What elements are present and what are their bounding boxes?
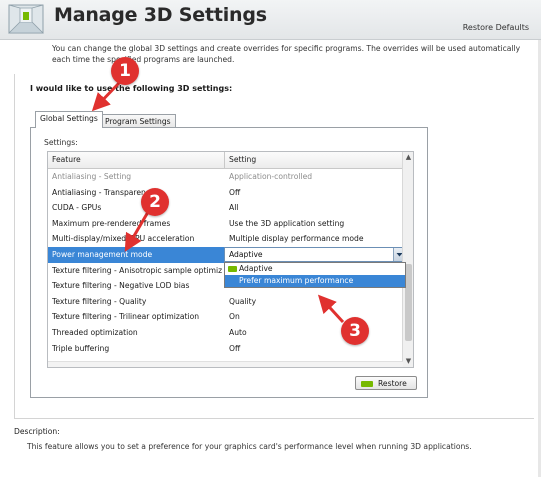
table-row[interactable]: CUDA - GPUs All bbox=[48, 200, 403, 216]
select-value: Adaptive bbox=[229, 250, 263, 259]
nvidia-icon bbox=[361, 381, 373, 387]
feature-cell: Threaded optimization bbox=[52, 328, 138, 337]
page-title: Manage 3D Settings bbox=[54, 4, 267, 26]
tab-global-settings[interactable]: Global Settings bbox=[35, 111, 103, 128]
scrollbar-thumb[interactable] bbox=[405, 263, 412, 342]
feature-cell: Texture filtering - Negative LOD bias bbox=[52, 281, 190, 291]
3d-settings-icon bbox=[8, 4, 44, 34]
settings-horizontal-scrollbar[interactable] bbox=[48, 361, 403, 367]
section-divider bbox=[14, 74, 15, 419]
settings-label: Settings: bbox=[44, 138, 78, 147]
feature-cell: Multi-display/mixed-GPU acceleration bbox=[52, 234, 195, 244]
dropdown-option-prefer-maximum-performance[interactable]: Prefer maximum performance bbox=[225, 275, 405, 287]
table-row[interactable]: Antialiasing - Setting Application-contr… bbox=[48, 169, 403, 185]
column-divider bbox=[224, 152, 225, 169]
setting-cell: Application-controlled bbox=[229, 172, 313, 181]
annotation-badge-1: 1 bbox=[111, 57, 139, 85]
feature-cell: CUDA - GPUs bbox=[52, 203, 102, 213]
scroll-down-icon[interactable]: ▼ bbox=[404, 357, 413, 366]
feature-cell: Antialiasing - Setting bbox=[52, 172, 132, 181]
setting-cell: Off bbox=[229, 187, 241, 197]
list-header: Feature Setting bbox=[48, 152, 403, 169]
feature-cell: Power management mode bbox=[52, 250, 153, 259]
feature-cell: Antialiasing - Transparency bbox=[52, 187, 155, 197]
power-management-select[interactable]: Adaptive bbox=[224, 247, 406, 262]
option-label: Prefer maximum performance bbox=[239, 276, 354, 285]
setting-cell: Off bbox=[229, 343, 241, 353]
header-bar: Manage 3D Settings Restore Defaults bbox=[0, 0, 541, 40]
table-row[interactable]: Texture filtering - Quality Quality bbox=[48, 294, 403, 310]
table-row[interactable]: Antialiasing - Transparency Off bbox=[48, 185, 403, 201]
annotation-badge-2: 2 bbox=[141, 188, 169, 216]
table-row-power-management[interactable]: Power management mode Adaptive bbox=[48, 247, 406, 263]
feature-cell: Texture filtering - Anisotropic sample o… bbox=[52, 265, 222, 275]
settings-vertical-scrollbar[interactable]: ▲ ▼ bbox=[402, 152, 413, 367]
global-settings-panel: Settings: Feature Setting Antialiasing -… bbox=[30, 127, 428, 398]
setting-cell: On bbox=[229, 312, 240, 322]
setting-cell: Quality bbox=[229, 296, 257, 306]
scroll-up-icon[interactable]: ▲ bbox=[404, 153, 413, 162]
table-row[interactable]: Maximum pre-rendered frames Use the 3D a… bbox=[48, 216, 403, 232]
option-label: Adaptive bbox=[239, 264, 273, 273]
setting-cell: All bbox=[229, 203, 239, 213]
restore-button[interactable]: Restore bbox=[355, 376, 417, 390]
table-row[interactable]: Multi-display/mixed-GPU acceleration Mul… bbox=[48, 231, 403, 247]
group-heading: I would like to use the following 3D set… bbox=[30, 84, 233, 93]
column-header-feature[interactable]: Feature bbox=[52, 155, 81, 164]
setting-cell: Use the 3D application setting bbox=[229, 218, 345, 228]
setting-cell: Auto bbox=[229, 328, 247, 337]
section-divider bbox=[14, 418, 534, 419]
description-text: This feature allows you to set a prefere… bbox=[27, 442, 472, 451]
restore-defaults-link[interactable]: Restore Defaults bbox=[463, 23, 529, 32]
power-mode-dropdown-list: Adaptive Prefer maximum performance bbox=[224, 262, 406, 288]
dropdown-option-adaptive[interactable]: Adaptive bbox=[225, 263, 405, 275]
feature-cell: Triple buffering bbox=[52, 343, 110, 353]
feature-cell: Maximum pre-rendered frames bbox=[52, 218, 171, 228]
feature-cell: Texture filtering - Quality bbox=[52, 296, 147, 306]
column-header-setting[interactable]: Setting bbox=[229, 155, 256, 164]
restore-button-label: Restore bbox=[378, 379, 407, 388]
setting-cell: Multiple display performance mode bbox=[229, 234, 364, 244]
description-label: Description: bbox=[14, 427, 60, 436]
nvidia-recommended-icon bbox=[228, 266, 237, 272]
annotation-badge-3: 3 bbox=[341, 317, 369, 345]
feature-cell: Texture filtering - Trilinear optimizati… bbox=[52, 312, 200, 322]
